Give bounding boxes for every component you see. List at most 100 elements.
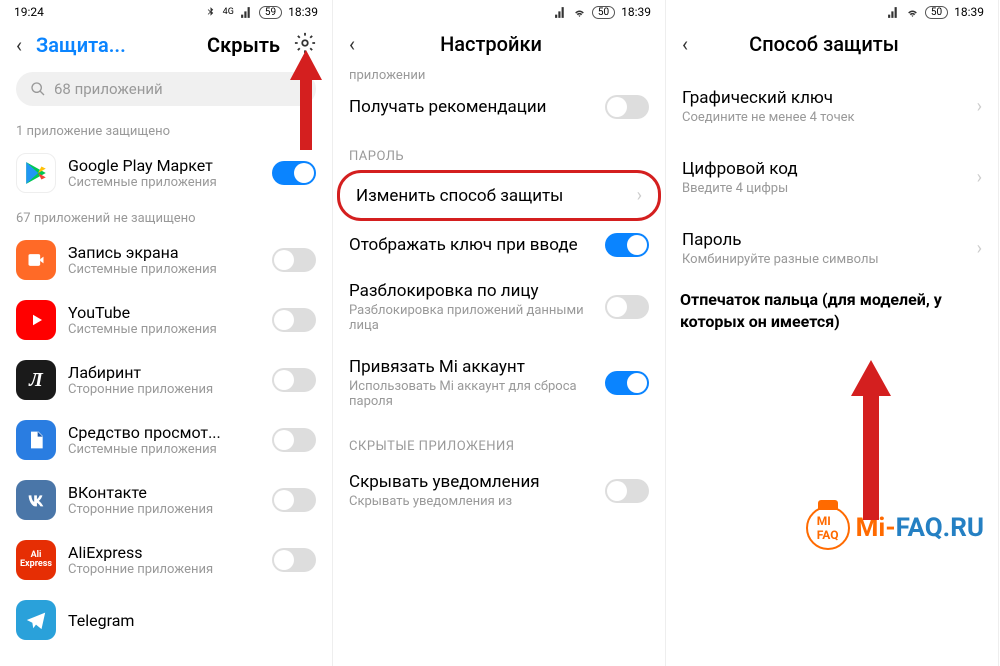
option-password[interactable]: Пароль Комбинируйте разные символы › [666, 208, 998, 279]
app-sub: Сторонние приложения [68, 502, 260, 517]
status-clock: 18:39 [288, 5, 318, 19]
toggle[interactable] [272, 368, 316, 392]
app-sub: Сторонние приложения [68, 562, 260, 577]
setting-hide-notifications[interactable]: Скрывать уведомления Скрывать уведомлени… [333, 460, 665, 521]
status-icons: 4G 59 18:39 [204, 5, 318, 19]
chevron-right-icon: › [637, 185, 642, 206]
back-icon[interactable]: ‹ [682, 32, 688, 56]
wifi-icon [573, 6, 586, 19]
status-icons: 50 18:39 [554, 5, 651, 19]
header: ‹ Защита... Скрыть [0, 22, 332, 68]
wifi-icon [906, 6, 919, 19]
chevron-right-icon: › [977, 238, 982, 259]
bluetooth-icon [204, 6, 217, 19]
setting-change-method[interactable]: Изменить способ защиты › [337, 170, 661, 221]
app-name: AliExpress [68, 543, 260, 562]
screen-protection-method: 50 18:39 ‹ Способ защиты Графический клю… [666, 0, 999, 666]
app-name: YouTube [68, 303, 260, 322]
screen-app-lock: 19:24 4G 59 18:39 ‹ Защита... Скрыть 68 … [0, 0, 333, 666]
signal-icon [554, 6, 567, 19]
back-icon[interactable]: ‹ [349, 32, 355, 56]
app-row[interactable]: Запись экрана Системные приложения [0, 230, 332, 290]
app-icon-play [16, 153, 56, 193]
app-row[interactable]: ВКонтакте Сторонние приложения [0, 470, 332, 530]
battery-badge: 50 [925, 6, 948, 19]
toggle[interactable] [605, 295, 649, 319]
setting-face-unlock[interactable]: Разблокировка по лицу Разблокировка прил… [333, 269, 665, 345]
app-row[interactable]: YouTube Системные приложения [0, 290, 332, 350]
signal-icon [240, 6, 253, 19]
header: ‹ Настройки [333, 22, 665, 66]
annotation-arrow-gear [284, 50, 328, 150]
statusbar: 19:24 4G 59 18:39 [0, 0, 332, 22]
statusbar: 50 18:39 [666, 0, 998, 22]
app-icon-aliexpress: AliExpress [16, 540, 56, 580]
search-icon [30, 81, 46, 97]
annotation-fingerprint-note: Отпечаток пальца (для моделей, у которых… [666, 279, 998, 342]
app-name: ВКонтакте [68, 483, 260, 502]
app-sub: Системные приложения [68, 175, 260, 190]
toggle[interactable] [605, 371, 649, 395]
app-row[interactable]: Средство просмот... Системные приложения [0, 410, 332, 470]
watermark-icon: MIFAQ [806, 506, 850, 550]
toggle[interactable] [272, 308, 316, 332]
toggle[interactable] [605, 95, 649, 119]
app-name: Лабиринт [68, 363, 260, 382]
page-title: Настройки [369, 32, 613, 56]
page-title: Способ защиты [702, 32, 946, 56]
toggle[interactable] [605, 479, 649, 503]
tab-protect[interactable]: Защита... [36, 33, 193, 57]
app-sub: Сторонние приложения [68, 382, 260, 397]
annotation-arrow-up [846, 360, 896, 520]
app-icon-youtube [16, 300, 56, 340]
option-pin[interactable]: Цифровой код Введите 4 цифры › [666, 137, 998, 208]
setting-show-key[interactable]: Отображать ключ при вводе [333, 221, 665, 269]
status-clock: 18:39 [954, 5, 984, 19]
app-sub: Системные приложения [68, 322, 260, 337]
app-row[interactable]: Google Play Маркет Системные приложения [0, 143, 332, 203]
toggle[interactable] [272, 548, 316, 572]
status-clock: 18:39 [621, 5, 651, 19]
statusbar: 50 18:39 [333, 0, 665, 22]
app-name: Запись экрана [68, 243, 260, 262]
chevron-right-icon: › [977, 96, 982, 117]
toggle[interactable] [605, 233, 649, 257]
app-sub: Системные приложения [68, 262, 260, 277]
app-icon-vk [16, 480, 56, 520]
app-icon-viewer [16, 420, 56, 460]
header: ‹ Способ защиты [666, 22, 998, 66]
toggle[interactable] [272, 161, 316, 185]
setting-recommendations[interactable]: Получать рекомендации [333, 83, 665, 131]
app-icon-recorder [16, 240, 56, 280]
signal-icon [887, 6, 900, 19]
setting-mi-account[interactable]: Привязать Mi аккаунт Использовать Mi акк… [333, 345, 665, 421]
battery-badge: 59 [259, 6, 282, 19]
app-row[interactable]: Telegram [0, 590, 332, 650]
option-pattern[interactable]: Графический ключ Соедините не менее 4 то… [666, 66, 998, 137]
app-icon-telegram [16, 600, 56, 640]
section-hidden: СКРЫТЫЕ ПРИЛОЖЕНИЯ [333, 421, 665, 460]
battery-badge: 50 [592, 6, 615, 19]
protected-label: 1 приложение защищено [0, 116, 332, 143]
toggle[interactable] [272, 488, 316, 512]
tab-hide[interactable]: Скрыть [207, 33, 280, 57]
cropped-text: приложении [333, 68, 665, 83]
unprotected-label: 67 приложений не защищено [0, 203, 332, 230]
search-input[interactable]: 68 приложений [16, 72, 316, 106]
chevron-right-icon: › [977, 167, 982, 188]
app-sub: Системные приложения [68, 442, 260, 457]
toggle[interactable] [272, 428, 316, 452]
app-name: Средство просмот... [68, 423, 260, 442]
app-row[interactable]: AliExpress AliExpress Сторонние приложен… [0, 530, 332, 590]
screen-settings: 50 18:39 ‹ Настройки приложении Получать… [333, 0, 666, 666]
toggle[interactable] [272, 248, 316, 272]
status-time: 19:24 [14, 5, 44, 19]
app-row[interactable]: Л Лабиринт Сторонние приложения [0, 350, 332, 410]
section-password: ПАРОЛЬ [333, 131, 665, 170]
app-name: Google Play Маркет [68, 156, 260, 175]
app-icon-labirint: Л [16, 360, 56, 400]
app-name: Telegram [68, 611, 316, 630]
search-placeholder: 68 приложений [54, 80, 163, 98]
back-icon[interactable]: ‹ [16, 33, 22, 57]
status-icons: 50 18:39 [887, 5, 984, 19]
